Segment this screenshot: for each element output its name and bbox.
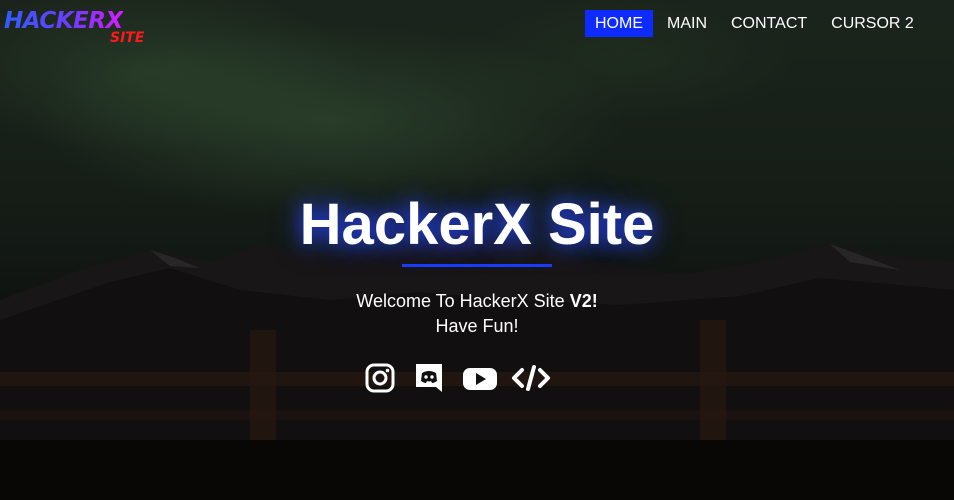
logo-sub-text: SITE [110, 30, 145, 46]
hero-section: HackerX Site Welcome To HackerX Site V2!… [0, 190, 954, 339]
logo-main-text: HACKERX [4, 8, 123, 34]
youtube-icon [463, 368, 497, 390]
subtitle-text: Have Fun! [435, 316, 519, 336]
code-icon [512, 365, 550, 391]
nav-cursor-2[interactable]: CURSOR 2 [821, 10, 924, 37]
version-label: V2! [569, 291, 598, 311]
instagram-link[interactable] [364, 362, 396, 394]
welcome-prefix: Welcome To HackerX Site [356, 291, 570, 311]
title-underline [402, 264, 552, 267]
discord-link[interactable] [413, 362, 445, 394]
nav-contact[interactable]: CONTACT [721, 10, 817, 37]
nav-main[interactable]: MAIN [657, 10, 717, 37]
welcome-text: Welcome To HackerX Site V2! [0, 289, 954, 313]
site-logo[interactable]: HACKERX SITE [4, 8, 154, 52]
nav-home[interactable]: HOME [585, 10, 653, 37]
hero-title: HackerX Site [299, 192, 655, 257]
instagram-icon [365, 363, 395, 393]
social-links [364, 362, 560, 394]
discord-icon [416, 364, 442, 392]
main-nav: HOME MAIN CONTACT CURSOR 2 [585, 10, 928, 37]
youtube-link[interactable] [462, 362, 497, 394]
code-link[interactable] [511, 362, 550, 394]
